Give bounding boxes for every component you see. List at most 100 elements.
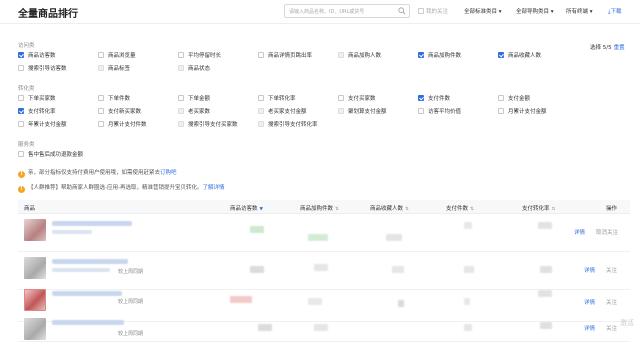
checkbox[interactable] xyxy=(178,65,184,71)
option-label: 平均停留时长 xyxy=(188,53,222,59)
search-input[interactable]: 请输入商品名称、ID、URL或货号 xyxy=(284,4,410,18)
checkbox[interactable] xyxy=(18,121,24,127)
merchant-category-select[interactable]: 全部导购类目 ▾ xyxy=(516,7,554,15)
unfollow-button[interactable]: 取消关注 xyxy=(596,228,618,236)
column-header-sortable[interactable]: 支付件数 ⇅ xyxy=(446,204,474,212)
checkbox[interactable] xyxy=(338,95,344,101)
detail-link[interactable]: 详情 xyxy=(584,298,595,306)
metric-option[interactable]: 售中售后成功退款金额 xyxy=(18,151,83,159)
checkbox[interactable] xyxy=(98,121,104,127)
follow-button[interactable]: 关注 xyxy=(606,324,617,332)
cell-value xyxy=(230,296,252,303)
checkbox[interactable] xyxy=(18,65,24,71)
sort-desc-icon[interactable]: ▼ xyxy=(260,207,263,212)
metric-option[interactable]: 商品标签 xyxy=(98,65,130,73)
order-link[interactable]: 订购吧 xyxy=(160,170,177,176)
metric-option[interactable]: 商品收藏人数 xyxy=(498,52,541,60)
detail-link[interactable]: 详情 xyxy=(584,266,595,274)
checkbox[interactable] xyxy=(258,95,264,101)
checkbox[interactable] xyxy=(18,151,24,157)
product-thumbnail[interactable] xyxy=(24,219,46,241)
only-followed-checkbox[interactable] xyxy=(418,8,424,14)
checkbox[interactable] xyxy=(418,95,424,101)
learn-more-link[interactable]: 了解详情 xyxy=(202,185,224,191)
metric-option[interactable]: 商品加购件数 xyxy=(418,52,461,60)
comparison-label: 较上周同期 xyxy=(118,299,144,305)
sort-icon[interactable]: ⇅ xyxy=(405,207,409,212)
checkbox[interactable] xyxy=(178,95,184,101)
metric-option[interactable]: 支付金额 xyxy=(498,95,530,103)
metric-option[interactable]: 搜索引导支付买家数 xyxy=(178,121,238,129)
metric-option[interactable]: 商品详情页跳出率 xyxy=(258,52,312,60)
metric-option[interactable]: 商品浏览量 xyxy=(98,52,136,60)
metric-option[interactable]: 聚划算支付金额 xyxy=(338,108,387,116)
metric-option[interactable]: 下单金额 xyxy=(178,95,210,103)
sort-icon[interactable]: ⇅ xyxy=(335,207,339,212)
metric-option[interactable]: 老买家数 xyxy=(178,108,210,116)
follow-button[interactable]: 关注 xyxy=(606,266,617,274)
detail-link[interactable]: 详情 xyxy=(584,324,595,332)
checkbox[interactable] xyxy=(258,52,264,58)
product-thumbnail[interactable] xyxy=(24,257,46,279)
sort-icon[interactable]: ⇅ xyxy=(552,207,556,212)
metric-option[interactable]: 下单买家数 xyxy=(18,95,56,103)
checkbox[interactable] xyxy=(418,52,424,58)
sort-icon[interactable]: ⇅ xyxy=(470,207,474,212)
checkbox[interactable] xyxy=(338,108,344,114)
std-category-select[interactable]: 全部标准类目 ▾ xyxy=(464,7,502,15)
checkbox[interactable] xyxy=(418,108,424,114)
metric-option[interactable]: 月累计支付金额 xyxy=(498,108,547,116)
metric-option[interactable]: 支付件数 xyxy=(418,95,450,103)
download-button[interactable]: ⤓下载 xyxy=(608,7,621,16)
checkbox[interactable] xyxy=(338,52,344,58)
reset-button[interactable]: 重置 xyxy=(614,45,625,51)
product-title[interactable] xyxy=(52,320,124,325)
metric-option[interactable]: 老买家支付金额 xyxy=(258,108,307,116)
checkbox[interactable] xyxy=(498,95,504,101)
activation-watermark: 激活 xyxy=(620,319,634,327)
metric-option[interactable]: 平均停留时长 xyxy=(178,52,221,60)
checkbox[interactable] xyxy=(498,108,504,114)
metric-option[interactable]: 搜索引导支付转化率 xyxy=(258,121,318,129)
product-title[interactable] xyxy=(52,221,132,226)
checkbox[interactable] xyxy=(98,108,104,114)
column-header-sortable[interactable]: 商品访客数 ▼ xyxy=(230,204,263,212)
metric-option[interactable]: 商品状态 xyxy=(178,65,210,73)
metric-option[interactable]: 下单件数 xyxy=(98,95,130,103)
metric-option[interactable]: 商品访客数 xyxy=(18,52,56,60)
product-title[interactable] xyxy=(52,291,122,296)
search-icon[interactable] xyxy=(398,7,406,15)
metric-option[interactable]: 搜索引导访客数 xyxy=(18,65,67,73)
column-header-sortable[interactable]: 支付转化率 ⇅ xyxy=(522,204,555,212)
checkbox[interactable] xyxy=(258,121,264,127)
terminal-select[interactable]: 所有终端 ▾ xyxy=(566,7,593,15)
checkbox[interactable] xyxy=(18,108,24,114)
checkbox[interactable] xyxy=(178,121,184,127)
column-header-sortable[interactable]: 商品加购件数 ⇅ xyxy=(300,204,339,212)
column-header-sortable[interactable]: 商品收藏人数 ⇅ xyxy=(370,204,409,212)
checkbox[interactable] xyxy=(98,52,104,58)
follow-button[interactable]: 关注 xyxy=(606,298,617,306)
product-thumbnail[interactable] xyxy=(24,318,46,340)
checkbox[interactable] xyxy=(258,108,264,114)
checkbox[interactable] xyxy=(178,108,184,114)
product-thumbnail[interactable] xyxy=(24,289,46,311)
metric-option[interactable]: 月累计支付件数 xyxy=(98,121,147,129)
page-title: 全量商品排行 xyxy=(18,9,78,20)
checkbox[interactable] xyxy=(18,52,24,58)
only-followed-toggle[interactable]: 我的关注 xyxy=(418,7,448,15)
detail-link[interactable]: 详情 xyxy=(574,228,585,236)
checkbox[interactable] xyxy=(98,95,104,101)
metric-option[interactable]: 下单转化率 xyxy=(258,95,296,103)
checkbox[interactable] xyxy=(178,52,184,58)
metric-option[interactable]: 商品加购人数 xyxy=(338,52,381,60)
metric-option[interactable]: 支付转化率 xyxy=(18,108,56,116)
metric-option[interactable]: 访客平均价值 xyxy=(418,108,461,116)
checkbox[interactable] xyxy=(18,95,24,101)
product-title[interactable] xyxy=(52,259,128,264)
metric-option[interactable]: 支付新买家数 xyxy=(98,108,141,116)
checkbox[interactable] xyxy=(498,52,504,58)
checkbox[interactable] xyxy=(98,65,104,71)
metric-option[interactable]: 支付买家数 xyxy=(338,95,376,103)
metric-option[interactable]: 年累计支付金额 xyxy=(18,121,67,129)
